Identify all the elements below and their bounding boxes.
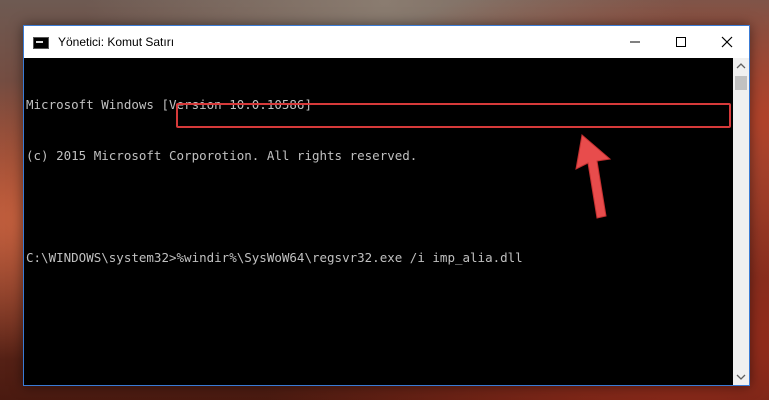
window-title: Yönetici: Komut Satırı — [58, 35, 175, 49]
prompt: C:\WINDOWS\system32> — [26, 250, 177, 265]
cmd-window: Yönetici: Komut Satırı Microsoft Windows… — [23, 25, 750, 386]
red-arrow-icon — [575, 134, 612, 219]
maximize-icon — [676, 37, 686, 47]
cmd-icon — [33, 37, 49, 49]
command-highlight-box — [176, 103, 731, 128]
maximize-button[interactable] — [658, 26, 704, 58]
console-line: (c) 2015 Microsoft Corporotion. All righ… — [26, 148, 418, 163]
chevron-up-icon — [736, 63, 746, 69]
scroll-thumb[interactable] — [735, 76, 747, 90]
chevron-down-icon — [736, 374, 746, 380]
close-icon — [721, 36, 733, 48]
minimize-icon — [630, 41, 640, 43]
command-line[interactable]: C:\WINDOWS\system32>%windir%\SysWoW64\re… — [26, 249, 734, 266]
close-button[interactable] — [704, 26, 750, 58]
vertical-scrollbar[interactable] — [733, 58, 749, 385]
minimize-button[interactable] — [612, 26, 658, 58]
scroll-up-button[interactable] — [733, 58, 749, 74]
title-bar[interactable]: Yönetici: Komut Satırı — [24, 26, 749, 58]
scroll-down-button[interactable] — [733, 369, 749, 385]
command-text: %windir%\SysWoW64\regsvr32.exe /i imp_al… — [176, 250, 523, 265]
